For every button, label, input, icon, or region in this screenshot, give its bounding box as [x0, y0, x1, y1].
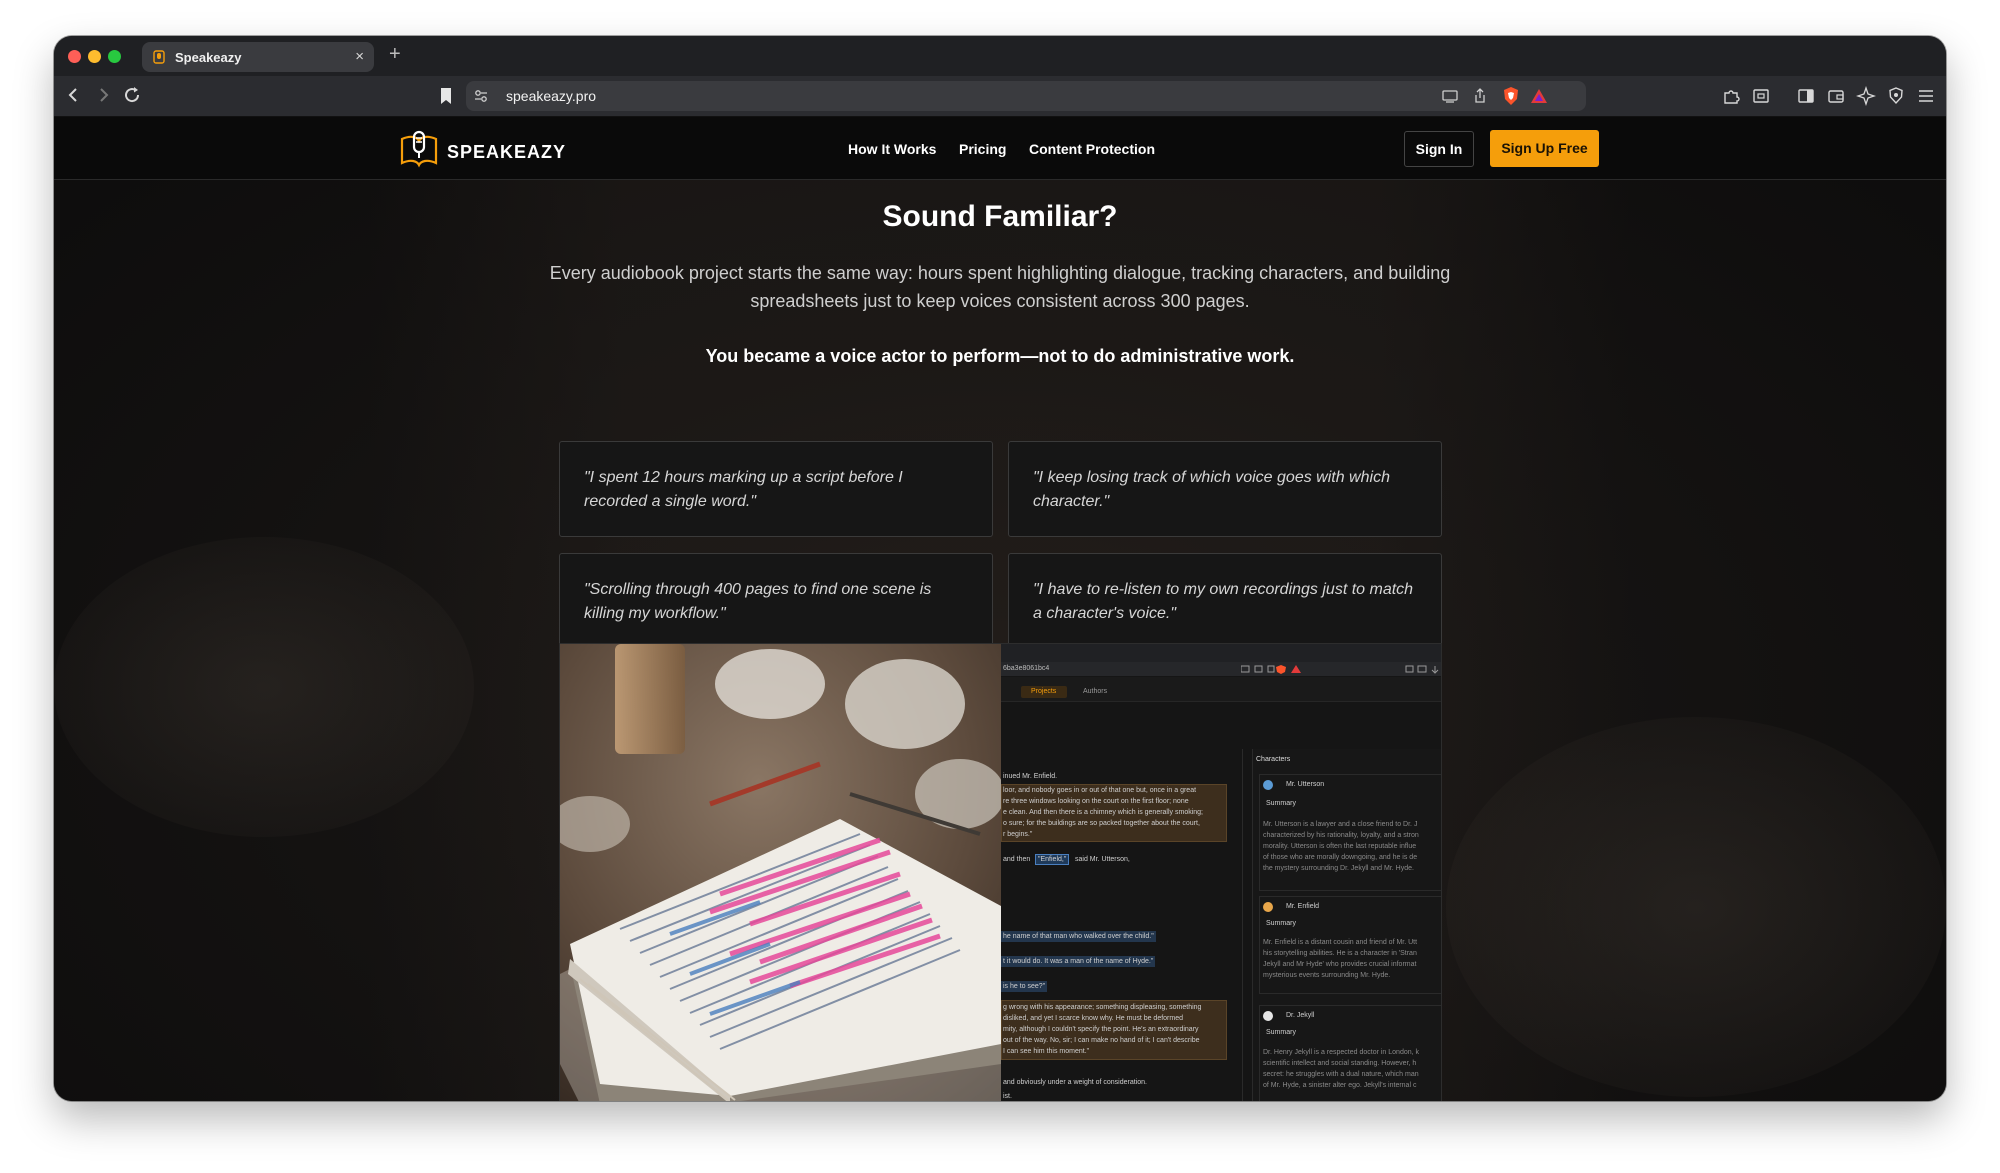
menu-icon[interactable] — [1916, 86, 1936, 106]
app-url-text: 6ba3e8061bc4 — [1003, 665, 1050, 672]
site-settings-icon[interactable] — [472, 87, 490, 105]
leo-ai-icon[interactable] — [1856, 86, 1876, 106]
sidebar-icon[interactable] — [1796, 86, 1816, 106]
maximize-window-button[interactable] — [108, 50, 121, 63]
nav-pricing[interactable]: Pricing — [959, 141, 1006, 157]
bookmark-icon[interactable] — [436, 86, 456, 106]
script-line: e clean. And then there is a chimney whi… — [1003, 809, 1203, 816]
tab-title: Speakeazy — [175, 50, 242, 65]
sign-in-button[interactable]: Sign In — [1404, 131, 1474, 167]
character-summary: characterized by his rationality, loyalt… — [1263, 832, 1419, 839]
dialogue-line: he name of that man who walked over the … — [1001, 931, 1156, 942]
pain-point-quote: "Scrolling through 400 pages to find one… — [559, 553, 993, 649]
app-tab-authors: Authors — [1083, 688, 1108, 695]
browser-window: Speakeazy × + speakeazy.pro SPEAKEAZY Ho… — [54, 36, 1946, 1101]
app-screenshot: 6ba3e8061bc4 6ba3e8061bc4 Projects Autho… — [1001, 644, 1441, 1101]
close-tab-icon[interactable]: × — [355, 48, 364, 65]
character-color-icon — [1263, 902, 1273, 912]
back-icon[interactable] — [63, 84, 85, 106]
script-line: g wrong with his appearance; something d… — [1003, 1004, 1202, 1011]
character-summary: of Mr. Hyde, a sinister alter ego. Jekyl… — [1263, 1082, 1417, 1089]
summary-label: Summary — [1266, 1029, 1296, 1036]
character-summary: mysterious events surrounding Mr. Hyde. — [1263, 972, 1391, 979]
script-line: I can see him this moment." — [1003, 1048, 1090, 1055]
character-name: Dr. Jekyll — [1286, 1012, 1315, 1019]
character-summary: of those who are morally downgoing, and … — [1263, 854, 1418, 861]
script-line: inued Mr. Enfield. — [1003, 773, 1058, 780]
close-window-button[interactable] — [68, 50, 81, 63]
nav-how-it-works[interactable]: How It Works — [848, 141, 936, 157]
reload-icon[interactable] — [121, 84, 143, 106]
character-summary: Dr. Henry Jekyll is a respected doctor i… — [1263, 1049, 1420, 1056]
script-line: r begins." — [1003, 831, 1033, 838]
pain-point-quote: "I spent 12 hours marking up a script be… — [559, 441, 993, 537]
character-card[interactable]: Dr. Jekyll Summary Dr. Henry Jekyll is a… — [1259, 1005, 1441, 1101]
character-name: Mr. Utterson — [1286, 781, 1325, 788]
share-icon[interactable] — [1471, 87, 1489, 105]
before-after-visual: 6ba3e8061bc4 6ba3e8061bc4 Projects Autho… — [559, 643, 1442, 1101]
character-color-icon — [1263, 1011, 1273, 1021]
script-line: and obviously under a weight of consider… — [1003, 1079, 1147, 1086]
script-line: ist. — [1003, 1093, 1012, 1100]
cast-icon[interactable] — [1441, 87, 1459, 105]
character-card[interactable]: Mr. Enfield Summary Mr. Enfield is a dis… — [1259, 896, 1441, 994]
brand-name[interactable]: SPEAKEAZY — [447, 142, 566, 163]
characters-header: Characters — [1256, 756, 1291, 763]
character-summary: scientific intellect and social standing… — [1263, 1060, 1417, 1067]
character-summary: Mr. Utterson is a lawyer and a close fri… — [1263, 821, 1418, 828]
dialogue-line: is he to see?" — [1001, 981, 1048, 992]
dialogue-tag: "Enfield," — [1035, 854, 1070, 865]
brave-rewards-icon[interactable] — [1529, 86, 1549, 106]
script-line: re three windows looking on the court on… — [1003, 798, 1189, 805]
script-line: out of the way. No, sir; I can make no h… — [1003, 1037, 1200, 1044]
character-summary: secret: he struggles with a dual nature,… — [1263, 1071, 1419, 1078]
dialogue-line: t it would do. It was a man of the name … — [1001, 956, 1156, 967]
address-bar[interactable] — [466, 81, 1586, 111]
script-line: said Mr. Utterson, — [1075, 856, 1130, 863]
character-summary: Mr. Enfield is a distant cousin and frie… — [1263, 939, 1418, 946]
vpn-icon[interactable] — [1886, 86, 1906, 106]
browser-tab[interactable]: Speakeazy × — [142, 42, 374, 72]
character-summary: his storytelling abilities. He is a char… — [1263, 950, 1417, 957]
minimize-window-button[interactable] — [88, 50, 101, 63]
summary-label: Summary — [1266, 920, 1296, 927]
section-emphasis: You became a voice actor to perform—not … — [705, 346, 1295, 366]
extensions-icon[interactable] — [1721, 86, 1741, 106]
script-line: and then — [1003, 856, 1031, 863]
background-shape — [54, 537, 474, 837]
wallet-icon[interactable] — [1826, 86, 1846, 106]
character-name: Mr. Enfield — [1286, 903, 1320, 910]
screenshot-icon[interactable] — [1751, 86, 1771, 106]
forward-icon[interactable] — [92, 84, 114, 106]
character-card[interactable]: Mr. Utterson Summary Mr. Utterson is a l… — [1259, 774, 1441, 891]
script-line: disliked, and yet I scarce know why. He … — [1003, 1015, 1184, 1022]
url-text[interactable]: speakeazy.pro — [506, 88, 596, 104]
site-header: SPEAKEAZY How It Works Pricing Content P… — [54, 117, 1946, 180]
pain-point-quote: "I keep losing track of which voice goes… — [1008, 441, 1442, 537]
character-summary: Jekyll and Mr Hyde' who provides crucial… — [1263, 961, 1417, 968]
summary-label: Summary — [1266, 800, 1296, 807]
tab-bar: Speakeazy × + — [54, 36, 1946, 76]
character-summary: the mystery surrounding Dr. Jekyll and M… — [1263, 865, 1414, 872]
script-line: o sure; for the buildings are so packed … — [1003, 820, 1200, 827]
app-tab-projects: Projects — [1031, 688, 1057, 695]
speakeazy-logo-icon[interactable] — [399, 129, 439, 171]
brave-shields-icon[interactable] — [1501, 86, 1521, 106]
sign-up-button[interactable]: Sign Up Free — [1490, 130, 1599, 167]
script-line: loor, and nobody goes in or out of that … — [1003, 787, 1197, 794]
new-tab-icon[interactable]: + — [389, 43, 401, 66]
web-page: SPEAKEAZY How It Works Pricing Content P… — [54, 117, 1946, 1101]
nav-content-protection[interactable]: Content Protection — [1029, 141, 1155, 157]
character-summary: morality. Utterson is often the last rep… — [1263, 843, 1417, 850]
pain-point-quote: "I have to re-listen to my own recording… — [1008, 553, 1442, 649]
section-title: Sound Familiar? — [882, 200, 1118, 233]
character-color-icon — [1263, 780, 1273, 790]
background-shape — [1446, 717, 1946, 1097]
app-toolbar-icons — [1241, 665, 1439, 674]
manuscript-photo — [560, 644, 1001, 1101]
script-line: mity, although I couldn't specify the po… — [1003, 1026, 1199, 1033]
section-intro: Every audiobook project starts the same … — [549, 263, 1451, 311]
speakeazy-favicon-icon — [153, 50, 165, 64]
browser-toolbar — [54, 76, 1946, 117]
